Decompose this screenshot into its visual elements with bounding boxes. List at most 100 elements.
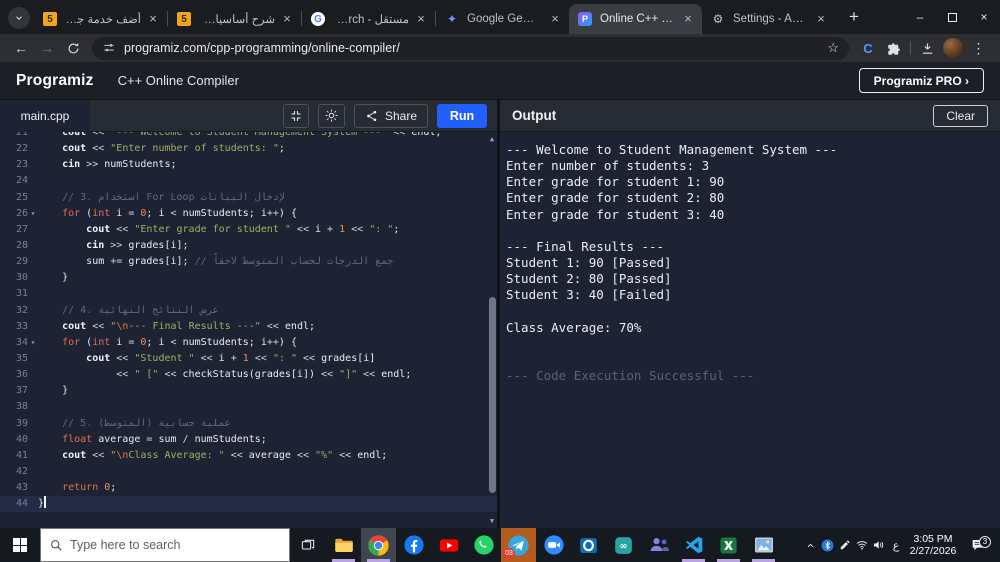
run-button[interactable]: Run [437, 103, 487, 128]
taskbar-app-file-explorer[interactable] [326, 528, 361, 562]
browser-tab-5[interactable]: P Online C++ Compiler × [569, 4, 702, 34]
code-line-21[interactable]: 21 cout << "--- Welcome to Student Manag… [0, 132, 497, 141]
speaker-icon [873, 541, 883, 549]
share-button[interactable]: Share [353, 103, 428, 128]
scrollbar-thumb[interactable] [489, 297, 496, 493]
wifi-button[interactable] [853, 538, 870, 552]
taskbar-app-infinity-app[interactable]: ∞ [606, 528, 641, 562]
fold-caret-icon[interactable]: ▾ [28, 335, 38, 351]
back-button[interactable]: ← [8, 36, 34, 60]
file-tab-main-cpp[interactable]: main.cpp [0, 99, 90, 132]
taskbar-app-zoom[interactable] [536, 528, 571, 562]
url-text[interactable]: programiz.com/cpp-programming/online-com… [124, 41, 825, 55]
code-line-37[interactable]: 37 } [0, 383, 497, 399]
new-tab-button[interactable]: + [841, 4, 867, 30]
text-cursor [44, 496, 46, 509]
editor-scrollbar[interactable]: ▲ ▼ [487, 132, 497, 528]
code-line-42[interactable]: 42 [0, 464, 497, 480]
tab-close-icon[interactable]: × [680, 11, 696, 27]
code-line-28[interactable]: 28 cin >> grades[i]; [0, 238, 497, 254]
code-line-35[interactable]: 35 cout << "Student " << i + 1 << ": " <… [0, 351, 497, 367]
scroll-down-icon[interactable]: ▼ [488, 517, 496, 525]
taskbar-app-facebook[interactable] [396, 528, 431, 562]
code-line-29[interactable]: 29 sum += grades[i]; // جمع الدرجات لحسا… [0, 254, 497, 270]
taskbar-app-whatsapp[interactable] [466, 528, 501, 562]
fullscreen-button[interactable] [282, 103, 309, 128]
code-line-22[interactable]: 22 cout << "Enter number of students: "; [0, 141, 497, 157]
downloads-button[interactable] [914, 36, 940, 60]
forward-button[interactable]: → [34, 36, 60, 60]
minimize-button[interactable]: – [904, 0, 936, 34]
volume-button[interactable] [870, 538, 887, 552]
taskbar-app-outlook[interactable] [571, 528, 606, 562]
code-line-24[interactable]: 24 [0, 173, 497, 189]
taskbar-app-photos[interactable] [746, 528, 781, 562]
theme-toggle-button[interactable] [317, 103, 345, 128]
code-line-40[interactable]: 40 float average = sum / numStudents; [0, 432, 497, 448]
browser-tab-1[interactable]: 5 أضف خدمة جديدة - خ × [34, 4, 167, 34]
taskbar-search[interactable] [40, 528, 290, 562]
code-line-43[interactable]: 43 return 0; [0, 480, 497, 496]
code-line-33[interactable]: 33 cout << "\n--- Final Results ---" << … [0, 319, 497, 335]
taskbar-app-excel[interactable] [711, 528, 746, 562]
scroll-up-icon[interactable]: ▲ [488, 135, 496, 143]
code-line-36[interactable]: 36 << " [" << checkStatus(grades[i]) << … [0, 367, 497, 383]
task-view-button[interactable] [290, 528, 326, 562]
search-input[interactable] [70, 538, 240, 552]
bookmark-star-icon[interactable]: ☆ [825, 40, 841, 56]
browser-tab-2[interactable]: 5 شرح أساسيات البرمجة × [168, 4, 301, 34]
code-line-23[interactable]: 23 cin >> numStudents; [0, 157, 497, 173]
code-line-30[interactable]: 30 } [0, 270, 497, 286]
code-line-25[interactable]: 25 // 3. استخدام For Loop لإدخال البيانا… [0, 190, 497, 206]
share-icon [367, 110, 377, 121]
close-button[interactable]: × [968, 0, 1000, 34]
taskbar-app-chrome[interactable] [361, 528, 396, 562]
browser-menu-button[interactable]: ⋮ [966, 36, 992, 60]
tab-close-icon[interactable]: × [145, 11, 161, 27]
code-line-32[interactable]: 32 // 4. عرض النتائج النهائية [0, 303, 497, 319]
programiz-logo[interactable]: Programiz [16, 72, 94, 90]
browser-tab-4[interactable]: ✦ Google Gemini × [436, 4, 569, 34]
taskbar-app-teams[interactable] [641, 528, 676, 562]
tray-chevron-button[interactable] [802, 540, 819, 551]
tab-search-button[interactable] [8, 7, 30, 29]
fold-caret-icon[interactable]: ▾ [28, 206, 38, 222]
taskbar-app-youtube[interactable] [431, 528, 466, 562]
code-line-44[interactable]: 44} [0, 496, 497, 513]
code-line-31[interactable]: 31 [0, 286, 497, 302]
code-text: for (int i = 0; i < numStudents; i++) { [62, 336, 297, 348]
programiz-pro-button[interactable]: Programiz PRO › [858, 68, 984, 93]
code-line-39[interactable]: 39 // 5. عملية حسابية (المتوسط) [0, 416, 497, 432]
code-text: << " [" << checkStatus(grades[i]) << "]"… [116, 369, 412, 381]
browser-tab-6[interactable]: ⚙ Settings - Appearance × [702, 4, 835, 34]
clock[interactable]: 3:05 PM 2/27/2026 [905, 533, 961, 557]
line-number: 30 [15, 272, 28, 284]
extensions-button[interactable] [881, 36, 907, 60]
omnibox[interactable]: programiz.com/cpp-programming/online-com… [92, 36, 849, 60]
code-line-27[interactable]: 27 cout << "Enter grade for student " <<… [0, 222, 497, 238]
bluetooth-button[interactable] [819, 539, 836, 552]
profile-button[interactable] [940, 36, 966, 60]
code-line-26[interactable]: 26 ▾ for (int i = 0; i < numStudents; i++… [0, 206, 497, 222]
code-line-41[interactable]: 41 cout << "\nClass Average: " << averag… [0, 448, 497, 464]
clear-button[interactable]: Clear [933, 104, 988, 127]
c-extension-button[interactable]: C [855, 36, 881, 60]
code-editor[interactable]: 21 cout << "--- Welcome to Student Manag… [0, 132, 497, 528]
reload-button[interactable] [60, 36, 86, 60]
pen-device-button[interactable] [836, 539, 853, 551]
gutter-spacer [28, 254, 38, 270]
maximize-button[interactable] [936, 0, 968, 34]
action-center-button[interactable]: 3 [961, 536, 995, 553]
browser-tab-3[interactable]: G مستقل - Google Search × [302, 4, 435, 34]
tab-close-icon[interactable]: × [813, 11, 829, 27]
tab-close-icon[interactable]: × [547, 11, 563, 27]
language-indicator[interactable]: ع [887, 539, 905, 552]
tab-close-icon[interactable]: × [279, 11, 295, 27]
taskbar-app-vscode[interactable] [676, 528, 711, 562]
code-line-34[interactable]: 34 ▾ for (int i = 0; i < numStudents; i++… [0, 335, 497, 351]
output-line: Class Average: 70% [506, 319, 642, 335]
taskbar-app-telegram[interactable]: 03 [501, 528, 536, 562]
code-line-38[interactable]: 38 [0, 399, 497, 415]
start-button[interactable] [0, 528, 40, 562]
tab-close-icon[interactable]: × [413, 11, 429, 27]
